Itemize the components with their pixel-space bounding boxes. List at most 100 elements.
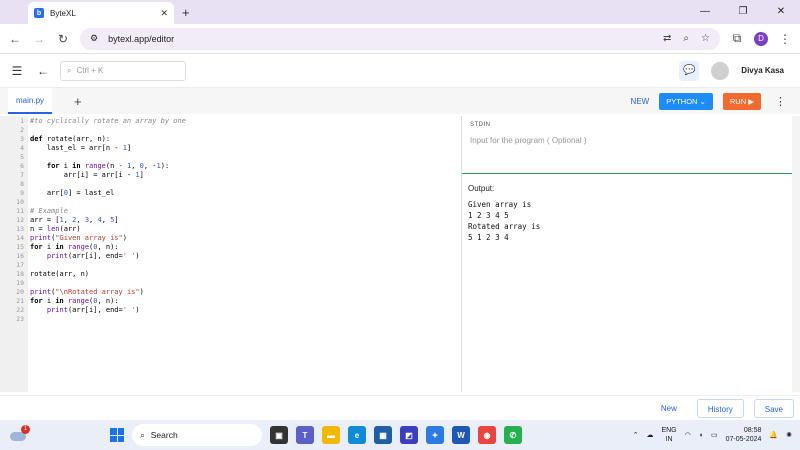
- word-icon[interactable]: W: [452, 426, 470, 444]
- battery-icon[interactable]: ▭: [711, 431, 718, 439]
- code-line[interactable]: print(arr[i], end=' '): [30, 252, 461, 261]
- scrollbar[interactable]: [792, 116, 800, 392]
- menu-collapse-icon[interactable]: ☰: [8, 64, 26, 78]
- taskbar-search[interactable]: ⌕ Search: [132, 424, 262, 446]
- add-file-icon[interactable]: +: [74, 94, 82, 109]
- code-line[interactable]: #to cyclically rotate an array by one: [30, 117, 461, 126]
- search-input[interactable]: ⌕ Ctrl + K: [60, 60, 186, 81]
- output-label: Output:: [468, 184, 495, 193]
- history-button[interactable]: History: [696, 398, 744, 418]
- line-number: 12: [16, 216, 24, 224]
- code-line[interactable]: [30, 279, 461, 288]
- play-icon: ▶: [748, 96, 754, 106]
- code-line[interactable]: arr[0] = last_el: [30, 189, 461, 198]
- code-line[interactable]: [30, 261, 461, 270]
- line-number: 14: [16, 234, 24, 242]
- io-panel: STDIN Input for the program ( Optional )…: [462, 116, 800, 392]
- new-button[interactable]: NEW: [631, 97, 650, 106]
- close-window-icon[interactable]: ✕: [762, 0, 800, 24]
- code-line[interactable]: [30, 315, 461, 324]
- clock-time: 08:58: [743, 427, 762, 434]
- browser-menu-icon[interactable]: ⋮: [778, 32, 792, 46]
- language-label: PYTHON: [666, 96, 698, 106]
- line-number-gutter: 1 2 3 4 5 6 7 8 9 10 11 12 13 14 15 16 17 18 19 20 21 22 23: [0, 116, 28, 392]
- code-line[interactable]: [30, 153, 461, 162]
- code-editor[interactable]: 1 2 3 4 5 6 7 8 9 10 11 12 13 14 15 16 17 18 19 20 21 22 23 #t…: [0, 116, 462, 392]
- code-line[interactable]: [30, 180, 461, 189]
- language-indicator[interactable]: ENG IN: [661, 426, 676, 444]
- code-line[interactable]: # Example: [30, 207, 461, 216]
- output-line: Rotated array is: [468, 222, 541, 231]
- search-icon: ⌕: [140, 429, 145, 440]
- line-number: 15: [16, 243, 24, 251]
- notification-bell-icon[interactable]: 🔔: [769, 431, 778, 439]
- code-area[interactable]: #to cyclically rotate an array by one de…: [28, 116, 461, 392]
- volume-icon[interactable]: ◖: [699, 432, 703, 439]
- code-line[interactable]: for i in range(0, n):: [30, 243, 461, 252]
- forward-arrow-icon[interactable]: →: [32, 32, 46, 46]
- chrome-icon[interactable]: ◉: [478, 426, 496, 444]
- run-button[interactable]: RUN ▶: [722, 92, 761, 110]
- teams-icon[interactable]: T: [296, 426, 314, 444]
- code-line[interactable]: def rotate(arr, n):: [30, 135, 461, 144]
- code-line[interactable]: print("Given array is"): [30, 234, 461, 243]
- minimize-icon[interactable]: —: [686, 0, 724, 24]
- bookmark-star-icon[interactable]: ☆: [701, 33, 710, 44]
- code-line[interactable]: arr[i] = arr[i - 1]: [30, 171, 461, 180]
- avatar[interactable]: [711, 61, 730, 80]
- line-number: 9: [20, 189, 24, 197]
- app-header: ☰ ← ⌕ Ctrl + K 💬 Divya Kasa: [0, 54, 800, 88]
- back-icon[interactable]: ←: [34, 64, 52, 78]
- code-line[interactable]: rotate(arr, n): [30, 270, 461, 279]
- restore-icon[interactable]: ❐: [724, 0, 762, 24]
- back-arrow-icon[interactable]: ←: [8, 32, 22, 46]
- wifi-icon[interactable]: ◠: [685, 431, 691, 439]
- stdin-panel[interactable]: STDIN Input for the program ( Optional ): [462, 116, 800, 174]
- more-options-icon[interactable]: ⋮: [775, 95, 786, 108]
- file-explorer-icon[interactable]: ▬: [322, 426, 340, 444]
- copilot-icon[interactable]: ✺: [786, 431, 792, 439]
- clock[interactable]: 08:58 07-05-2024: [726, 426, 762, 444]
- reload-icon[interactable]: ↻: [56, 32, 70, 46]
- chevron-up-icon[interactable]: ⌃: [633, 431, 639, 439]
- output-text: Given array is 1 2 3 4 5 Rotated array is 5…: [468, 199, 794, 243]
- code-line[interactable]: arr = [1, 2, 3, 4, 5]: [30, 216, 461, 225]
- whatsapp-icon[interactable]: ✆: [504, 426, 522, 444]
- code-line[interactable]: n = len(arr): [30, 225, 461, 234]
- weather-widget[interactable]: 1: [8, 425, 30, 445]
- profile-avatar[interactable]: D: [754, 31, 768, 46]
- line-number: 10: [16, 198, 24, 206]
- chat-icon[interactable]: 💬: [679, 60, 700, 81]
- edge-icon[interactable]: e: [348, 426, 366, 444]
- cloud-sync-icon[interactable]: ☁: [646, 431, 653, 439]
- new-footer-button[interactable]: New: [651, 399, 687, 418]
- code-line[interactable]: last_el = arr[n - 1]: [30, 144, 461, 153]
- code-line[interactable]: print("\nRotated array is"): [30, 288, 461, 297]
- notification-badge: 1: [21, 425, 30, 434]
- app-icon[interactable]: ✦: [426, 426, 444, 444]
- line-number: 17: [16, 261, 24, 269]
- save-button[interactable]: Save: [753, 398, 794, 418]
- code-line[interactable]: [30, 198, 461, 207]
- stdin-input[interactable]: Input for the program ( Optional ): [470, 136, 792, 145]
- tab-main-py[interactable]: main.py: [8, 88, 53, 114]
- code-line[interactable]: print(arr[i], end=' '): [30, 306, 461, 315]
- site-settings-icon[interactable]: ⚙: [90, 33, 98, 44]
- language-select[interactable]: PYTHON ⌄: [659, 92, 713, 110]
- editor-app-icon[interactable]: ◩: [400, 426, 418, 444]
- zoom-icon[interactable]: ⌕: [683, 33, 689, 44]
- new-tab-button[interactable]: +: [182, 5, 190, 20]
- code-line[interactable]: for i in range(n - 1, 0, -1):: [30, 162, 461, 171]
- close-tab-icon[interactable]: ✕: [160, 8, 168, 19]
- translate-icon[interactable]: ⇄: [663, 33, 671, 44]
- code-line[interactable]: for i in range(0, n):: [30, 297, 461, 306]
- code-line[interactable]: [30, 126, 461, 135]
- line-number: 16: [16, 252, 24, 260]
- browser-tab[interactable]: b ByteXL ✕: [28, 2, 174, 24]
- store-icon[interactable]: ▦: [374, 426, 392, 444]
- line-number: 7: [20, 171, 24, 179]
- address-bar[interactable]: ⚙ bytexl.app/editor ⇄ ⌕ ☆: [80, 27, 720, 50]
- extensions-icon[interactable]: ⧉: [730, 31, 744, 46]
- windows-start-icon[interactable]: [110, 428, 124, 442]
- task-view-icon[interactable]: ▣: [270, 426, 288, 444]
